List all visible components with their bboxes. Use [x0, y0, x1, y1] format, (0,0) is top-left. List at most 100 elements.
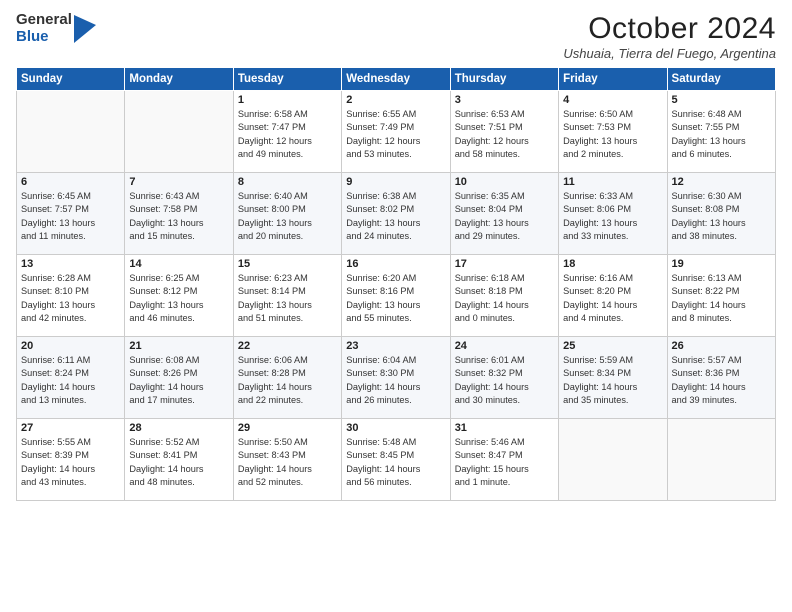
day-info: Sunrise: 6:11 AM Sunset: 8:24 PM Dayligh…	[21, 354, 120, 407]
header: General Blue October 2024 Ushuaia, Tierr…	[16, 12, 776, 61]
week-row-5: 27 Sunrise: 5:55 AM Sunset: 8:39 PM Dayli…	[17, 419, 776, 501]
calendar-cell: 28 Sunrise: 5:52 AM Sunset: 8:41 PM Dayli…	[125, 419, 233, 501]
calendar-cell: 3 Sunrise: 6:53 AM Sunset: 7:51 PM Daylig…	[450, 91, 558, 173]
calendar-cell: 20 Sunrise: 6:11 AM Sunset: 8:24 PM Dayli…	[17, 337, 125, 419]
calendar-cell: 29Sunrise: 5:50 AM Sunset: 8:43 PM Dayli…	[233, 419, 341, 501]
day-number: 1	[238, 94, 337, 106]
calendar-cell: 7 Sunrise: 6:43 AM Sunset: 7:58 PM Daylig…	[125, 173, 233, 255]
week-row-2: 6 Sunrise: 6:45 AM Sunset: 7:57 PM Daylig…	[17, 173, 776, 255]
weekday-monday: Monday	[125, 68, 233, 91]
day-number: 30	[346, 422, 445, 434]
day-info: Sunrise: 6:28 AM Sunset: 8:10 PM Dayligh…	[21, 272, 120, 325]
calendar-cell: 25Sunrise: 5:59 AM Sunset: 8:34 PM Dayli…	[559, 337, 667, 419]
day-info: Sunrise: 6:38 AM Sunset: 8:02 PM Dayligh…	[346, 190, 445, 243]
calendar-cell: 31Sunrise: 5:46 AM Sunset: 8:47 PM Dayli…	[450, 419, 558, 501]
weekday-header-row: SundayMondayTuesdayWednesdayThursdayFrid…	[17, 68, 776, 91]
day-info: Sunrise: 6:20 AM Sunset: 8:16 PM Dayligh…	[346, 272, 445, 325]
weekday-saturday: Saturday	[667, 68, 775, 91]
week-row-4: 20 Sunrise: 6:11 AM Sunset: 8:24 PM Dayli…	[17, 337, 776, 419]
day-number: 22	[238, 340, 337, 352]
calendar-cell: 1 Sunrise: 6:58 AM Sunset: 7:47 PM Daylig…	[233, 91, 341, 173]
day-number: 5	[672, 94, 771, 106]
day-number: 4	[563, 94, 662, 106]
week-row-1: 1 Sunrise: 6:58 AM Sunset: 7:47 PM Daylig…	[17, 91, 776, 173]
day-number: 19	[672, 258, 771, 270]
day-info: Sunrise: 6:55 AM Sunset: 7:49 PM Dayligh…	[346, 108, 445, 161]
calendar-cell: 6 Sunrise: 6:45 AM Sunset: 7:57 PM Daylig…	[17, 173, 125, 255]
day-number: 27	[21, 422, 120, 434]
page: General Blue October 2024 Ushuaia, Tierr…	[0, 0, 792, 612]
day-number: 14	[129, 258, 228, 270]
day-number: 21	[129, 340, 228, 352]
day-number: 25	[563, 340, 662, 352]
day-info: Sunrise: 6:45 AM Sunset: 7:57 PM Dayligh…	[21, 190, 120, 243]
calendar-cell: 23Sunrise: 6:04 AM Sunset: 8:30 PM Dayli…	[342, 337, 450, 419]
day-info: Sunrise: 6:23 AM Sunset: 8:14 PM Dayligh…	[238, 272, 337, 325]
weekday-wednesday: Wednesday	[342, 68, 450, 91]
day-number: 16	[346, 258, 445, 270]
calendar-cell	[559, 419, 667, 501]
calendar-cell: 2 Sunrise: 6:55 AM Sunset: 7:49 PM Daylig…	[342, 91, 450, 173]
calendar-cell: 17Sunrise: 6:18 AM Sunset: 8:18 PM Dayli…	[450, 255, 558, 337]
day-number: 2	[346, 94, 445, 106]
calendar-cell: 9Sunrise: 6:38 AM Sunset: 8:02 PM Daylig…	[342, 173, 450, 255]
logo: General Blue	[16, 12, 96, 45]
day-info: Sunrise: 6:08 AM Sunset: 8:26 PM Dayligh…	[129, 354, 228, 407]
calendar-cell: 15Sunrise: 6:23 AM Sunset: 8:14 PM Dayli…	[233, 255, 341, 337]
weekday-sunday: Sunday	[17, 68, 125, 91]
calendar-cell: 26 Sunrise: 5:57 AM Sunset: 8:36 PM Dayli…	[667, 337, 775, 419]
weekday-tuesday: Tuesday	[233, 68, 341, 91]
day-number: 17	[455, 258, 554, 270]
calendar-cell: 21 Sunrise: 6:08 AM Sunset: 8:26 PM Dayli…	[125, 337, 233, 419]
day-number: 10	[455, 176, 554, 188]
calendar-cell: 30 Sunrise: 5:48 AM Sunset: 8:45 PM Dayli…	[342, 419, 450, 501]
week-row-3: 13 Sunrise: 6:28 AM Sunset: 8:10 PM Dayli…	[17, 255, 776, 337]
calendar-cell: 16 Sunrise: 6:20 AM Sunset: 8:16 PM Dayli…	[342, 255, 450, 337]
calendar-cell: 22Sunrise: 6:06 AM Sunset: 8:28 PM Dayli…	[233, 337, 341, 419]
day-info: Sunrise: 5:57 AM Sunset: 8:36 PM Dayligh…	[672, 354, 771, 407]
day-info: Sunrise: 6:40 AM Sunset: 8:00 PM Dayligh…	[238, 190, 337, 243]
day-info: Sunrise: 6:33 AM Sunset: 8:06 PM Dayligh…	[563, 190, 662, 243]
day-info: Sunrise: 6:01 AM Sunset: 8:32 PM Dayligh…	[455, 354, 554, 407]
day-info: Sunrise: 6:50 AM Sunset: 7:53 PM Dayligh…	[563, 108, 662, 161]
logo-text: General Blue	[16, 12, 72, 45]
calendar-table: SundayMondayTuesdayWednesdayThursdayFrid…	[16, 67, 776, 501]
day-info: Sunrise: 6:53 AM Sunset: 7:51 PM Dayligh…	[455, 108, 554, 161]
day-number: 28	[129, 422, 228, 434]
day-info: Sunrise: 5:52 AM Sunset: 8:41 PM Dayligh…	[129, 436, 228, 489]
day-number: 18	[563, 258, 662, 270]
day-info: Sunrise: 6:48 AM Sunset: 7:55 PM Dayligh…	[672, 108, 771, 161]
calendar-cell	[125, 91, 233, 173]
calendar-cell: 8 Sunrise: 6:40 AM Sunset: 8:00 PM Daylig…	[233, 173, 341, 255]
day-number: 6	[21, 176, 120, 188]
calendar-cell: 5 Sunrise: 6:48 AM Sunset: 7:55 PM Daylig…	[667, 91, 775, 173]
day-number: 23	[346, 340, 445, 352]
calendar-cell: 12Sunrise: 6:30 AM Sunset: 8:08 PM Dayli…	[667, 173, 775, 255]
day-number: 31	[455, 422, 554, 434]
day-number: 29	[238, 422, 337, 434]
day-number: 7	[129, 176, 228, 188]
title-block: October 2024 Ushuaia, Tierra del Fuego, …	[563, 12, 776, 61]
month-title: October 2024	[563, 12, 776, 46]
calendar-cell: 4 Sunrise: 6:50 AM Sunset: 7:53 PM Daylig…	[559, 91, 667, 173]
day-info: Sunrise: 6:35 AM Sunset: 8:04 PM Dayligh…	[455, 190, 554, 243]
day-info: Sunrise: 6:25 AM Sunset: 8:12 PM Dayligh…	[129, 272, 228, 325]
day-number: 11	[563, 176, 662, 188]
day-number: 3	[455, 94, 554, 106]
day-info: Sunrise: 6:16 AM Sunset: 8:20 PM Dayligh…	[563, 272, 662, 325]
calendar-cell: 13 Sunrise: 6:28 AM Sunset: 8:10 PM Dayli…	[17, 255, 125, 337]
logo-blue: Blue	[16, 28, 49, 45]
calendar-cell: 24Sunrise: 6:01 AM Sunset: 8:32 PM Dayli…	[450, 337, 558, 419]
day-info: Sunrise: 5:48 AM Sunset: 8:45 PM Dayligh…	[346, 436, 445, 489]
day-info: Sunrise: 6:58 AM Sunset: 7:47 PM Dayligh…	[238, 108, 337, 161]
day-number: 8	[238, 176, 337, 188]
day-number: 12	[672, 176, 771, 188]
calendar-cell: 18 Sunrise: 6:16 AM Sunset: 8:20 PM Dayli…	[559, 255, 667, 337]
day-info: Sunrise: 5:55 AM Sunset: 8:39 PM Dayligh…	[21, 436, 120, 489]
day-info: Sunrise: 6:43 AM Sunset: 7:58 PM Dayligh…	[129, 190, 228, 243]
calendar-cell: 14 Sunrise: 6:25 AM Sunset: 8:12 PM Dayli…	[125, 255, 233, 337]
day-number: 13	[21, 258, 120, 270]
calendar-cell	[17, 91, 125, 173]
day-number: 20	[21, 340, 120, 352]
day-number: 26	[672, 340, 771, 352]
